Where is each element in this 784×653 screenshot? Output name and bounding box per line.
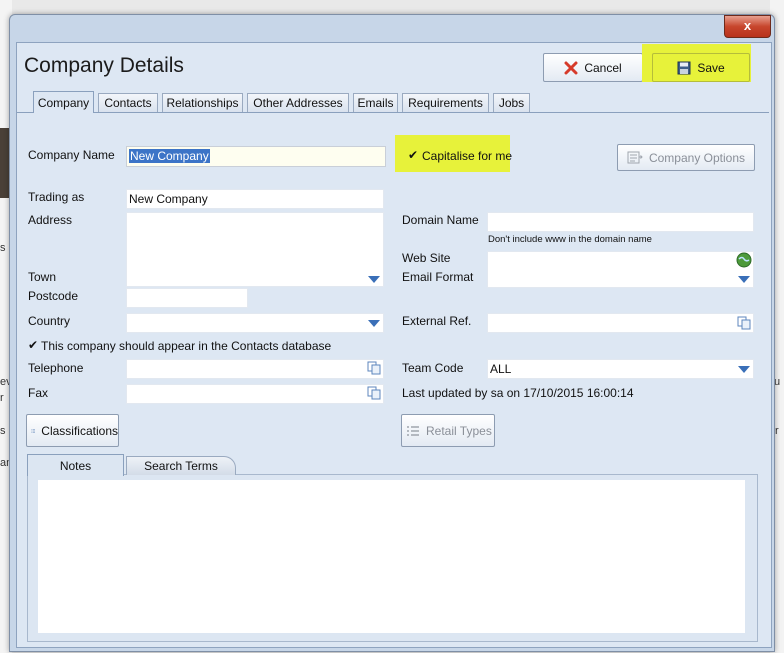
- town-label: Town: [28, 270, 57, 284]
- cancel-icon: [564, 61, 578, 74]
- town-dropdown-arrow-icon[interactable]: [368, 276, 380, 283]
- telephone-input[interactable]: [126, 359, 384, 379]
- company-name-input[interactable]: New Company: [126, 146, 386, 167]
- fax-label: Fax: [28, 386, 49, 400]
- domain-hint: Don't include www in the domain name: [488, 234, 652, 245]
- country-dropdown-arrow-icon[interactable]: [368, 320, 380, 327]
- notes-textarea[interactable]: [38, 480, 745, 633]
- domain-name-input[interactable]: [487, 212, 754, 232]
- country-label: Country: [28, 314, 71, 328]
- company-name-label: Company Name: [28, 148, 115, 162]
- team-code-dropdown-arrow-icon[interactable]: [738, 366, 750, 373]
- tab-other-addresses[interactable]: Other Addresses: [247, 93, 349, 112]
- background-text: s: [0, 242, 6, 254]
- team-code-select[interactable]: ALL: [487, 359, 754, 379]
- tab-relationships[interactable]: Relationships: [162, 93, 243, 112]
- tab-search-terms[interactable]: Search Terms: [126, 456, 236, 475]
- classifications-button[interactable]: Classifications: [26, 414, 119, 447]
- email-format-dropdown-arrow-icon[interactable]: [738, 276, 750, 283]
- company-options-icon: [627, 151, 643, 164]
- telephone-copy-icon[interactable]: [367, 361, 381, 375]
- fax-input[interactable]: [126, 384, 384, 404]
- trading-as-label: Trading as: [28, 190, 85, 204]
- save-label: Save: [697, 60, 725, 75]
- background-text: r: [0, 392, 4, 404]
- contacts-db-label: This company should appear in the Contac…: [41, 339, 332, 353]
- company-options-button[interactable]: Company Options: [617, 144, 755, 171]
- telephone-label: Telephone: [28, 361, 84, 375]
- tab-company[interactable]: Company: [33, 91, 94, 113]
- web-site-label: Web Site: [402, 251, 451, 265]
- background-text: r: [775, 425, 779, 437]
- save-button[interactable]: Save: [652, 53, 750, 82]
- domain-name-label: Domain Name: [402, 213, 479, 227]
- save-icon: [677, 61, 691, 74]
- postcode-label: Postcode: [28, 289, 79, 303]
- cancel-button[interactable]: Cancel: [543, 53, 643, 82]
- external-ref-label: External Ref.: [402, 314, 472, 328]
- contacts-db-checkbox[interactable]: ✔: [28, 338, 38, 352]
- list-icon: [407, 425, 419, 436]
- country-select[interactable]: [126, 313, 384, 333]
- tab-notes[interactable]: Notes: [27, 454, 124, 476]
- trading-as-input[interactable]: New Company: [126, 189, 384, 209]
- tab-emails[interactable]: Emails: [353, 93, 398, 112]
- window-close-button[interactable]: x: [724, 15, 771, 38]
- email-format-label: Email Format: [402, 270, 474, 284]
- external-ref-input[interactable]: [487, 313, 754, 333]
- tab-contacts[interactable]: Contacts: [98, 93, 158, 112]
- tab-requirements[interactable]: Requirements: [402, 93, 489, 112]
- postcode-input[interactable]: [126, 288, 248, 308]
- tab-jobs[interactable]: Jobs: [493, 93, 530, 112]
- team-code-label: Team Code: [402, 361, 464, 375]
- capitalise-label: Capitalise for me: [422, 149, 513, 163]
- company-options-label: Company Options: [648, 150, 746, 165]
- list-icon: [31, 429, 35, 432]
- capitalise-checkbox[interactable]: ✔: [408, 148, 418, 162]
- page-title: Company Details: [24, 54, 184, 77]
- classifications-label: Classifications: [41, 423, 118, 438]
- retail-types-label: Retail Types: [426, 423, 492, 438]
- cancel-label: Cancel: [584, 60, 622, 75]
- retail-types-button[interactable]: Retail Types: [401, 414, 495, 447]
- address-label: Address: [28, 213, 73, 227]
- globe-icon[interactable]: [736, 252, 752, 268]
- last-updated-text: Last updated by sa on 17/10/2015 16:00:1…: [402, 386, 634, 400]
- address-input[interactable]: [126, 212, 384, 287]
- external-ref-copy-icon[interactable]: [737, 316, 751, 330]
- company-name-value: New Company: [129, 149, 210, 163]
- fax-copy-icon[interactable]: [367, 386, 381, 400]
- web-site-input[interactable]: [487, 251, 754, 288]
